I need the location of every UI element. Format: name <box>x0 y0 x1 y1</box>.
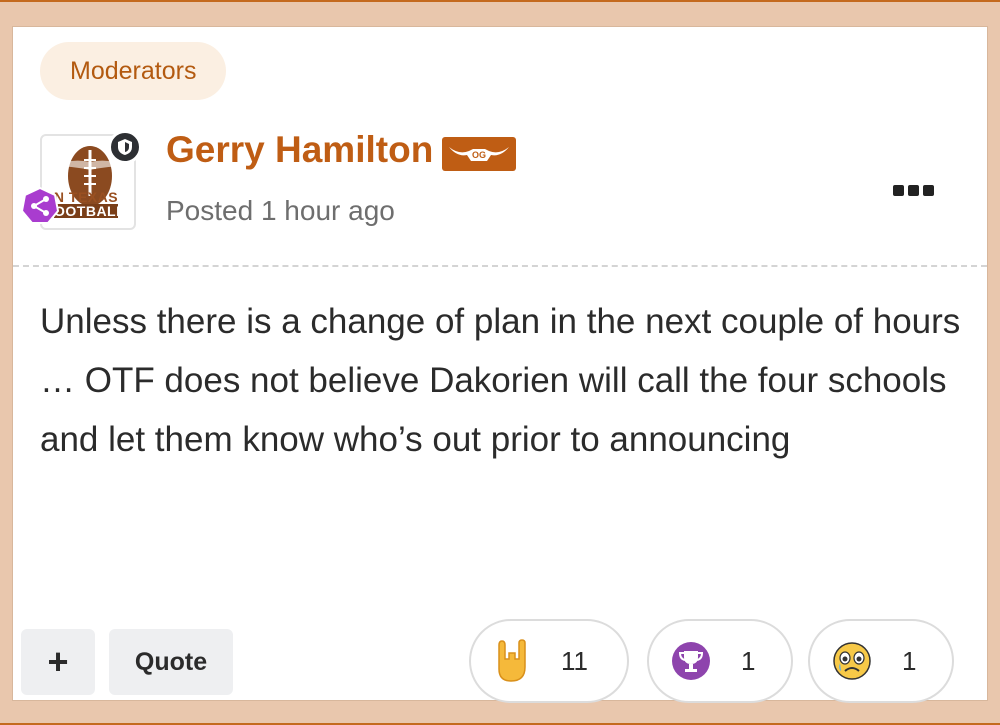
og-badge: OG <box>442 137 516 171</box>
reaction-count: 1 <box>741 645 756 676</box>
add-button[interactable]: + <box>21 629 95 695</box>
reaction-rock-on[interactable]: 11 <box>469 619 629 703</box>
trophy-icon <box>672 642 710 680</box>
og-badge-text: OG <box>472 150 486 160</box>
shield-icon <box>108 130 142 164</box>
post-body: Unless there is a change of plan in the … <box>40 302 961 459</box>
post-card: Moderators N TEXAS OOTBALL Gerry Hamilto… <box>12 26 988 703</box>
quote-button[interactable]: Quote <box>109 629 233 695</box>
moderators-badge[interactable]: Moderators <box>40 42 227 100</box>
divider <box>13 265 987 267</box>
reaction-trophy[interactable]: 1 <box>647 619 793 703</box>
crying-face-icon <box>833 642 871 680</box>
author-name[interactable]: Gerry Hamilton <box>166 129 433 171</box>
reaction-count: 11 <box>561 645 588 676</box>
author-avatar-wrap[interactable]: N TEXAS OOTBALL <box>20 130 142 230</box>
frame-top <box>0 0 1000 14</box>
avatar-text-line2: OOTBALL <box>54 203 126 219</box>
more-options-icon[interactable] <box>893 185 935 199</box>
posted-time[interactable]: Posted 1 hour ago <box>166 195 395 227</box>
reaction-crying[interactable]: 1 <box>808 619 954 703</box>
longhorn-icon: OG <box>449 147 509 161</box>
rock-on-hand-icon <box>498 639 526 682</box>
reaction-count: 1 <box>902 645 917 676</box>
share-icon <box>20 186 60 226</box>
frame-bottom <box>0 711 1000 725</box>
